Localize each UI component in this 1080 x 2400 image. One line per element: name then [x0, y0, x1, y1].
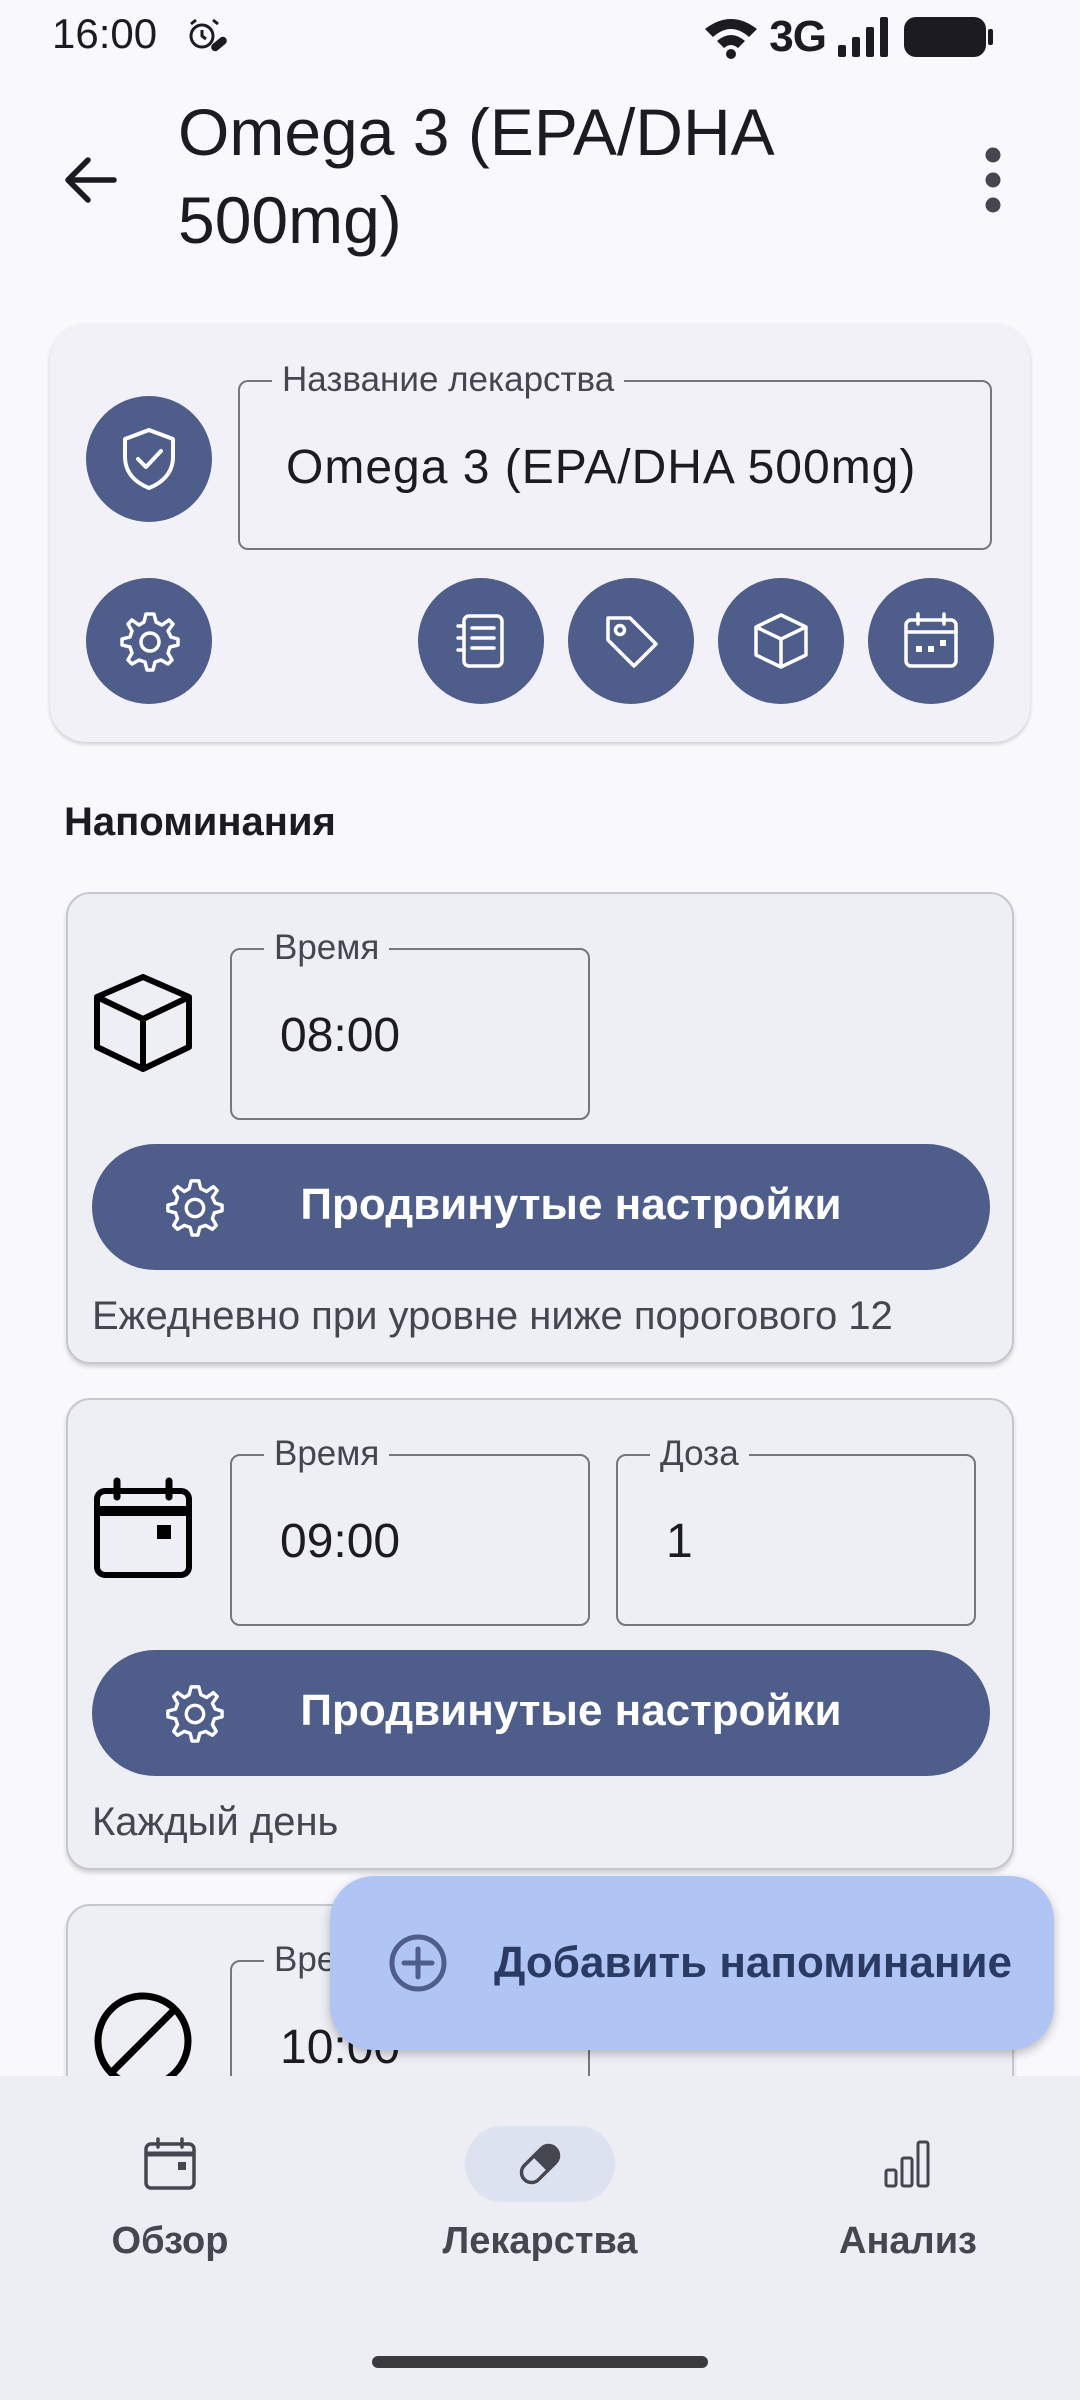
medication-card: Название лекарства Omega 3 (EPA/DHA 500m… [50, 324, 1030, 742]
nav-label-analysis: Анализ [839, 2220, 977, 2262]
pill-icon [519, 2143, 561, 2185]
battery-icon [904, 17, 994, 57]
signal-icon [836, 17, 894, 57]
medication-name-value: Omega 3 (EPA/DHA 500mg) [286, 441, 917, 494]
dose-label: Доза [650, 1434, 749, 1474]
tag-button[interactable] [568, 578, 694, 704]
back-button[interactable] [40, 130, 140, 230]
reminder-dose-field[interactable]: Доза 1 [616, 1434, 976, 1626]
notes-button[interactable] [418, 578, 544, 704]
alarm-icon [186, 16, 230, 56]
time-label: Время [264, 928, 390, 968]
page-title: Omega 3 (EPA/DHA 500mg) [178, 95, 772, 257]
notes-list-icon [456, 614, 504, 668]
advanced-settings-label: Продвинутые настройки [300, 1686, 842, 1735]
more-vert-icon [985, 147, 1001, 213]
time-label: Время [264, 1434, 390, 1474]
reminder-card[interactable]: Время 09:00 Доза 1 Продвинутые настройки… [66, 1398, 1014, 1870]
medication-name-field[interactable]: Название лекарства Omega 3 (EPA/DHA 500m… [238, 360, 992, 550]
medication-name-label: Название лекарства [272, 360, 625, 400]
calendar-icon [144, 2137, 196, 2190]
status-time: 16:00 [52, 10, 158, 57]
nav-item-analysis[interactable]: Анализ [758, 2126, 1058, 2286]
time-value: 08:00 [280, 1009, 401, 1062]
time-value: 09:00 [280, 1515, 401, 1568]
reminder-time-field[interactable]: Время 08:00 [230, 928, 590, 1120]
nav-label-medications: Лекарства [442, 2220, 638, 2262]
gear-icon [120, 612, 180, 672]
shield-button[interactable] [86, 396, 212, 522]
add-reminder-label: Добавить напоминание [494, 1938, 1012, 1987]
tag-icon [606, 616, 658, 668]
advanced-settings-label: Продвинутые настройки [300, 1180, 842, 1229]
reminder-time-field[interactable]: Время 09:00 [230, 1434, 590, 1626]
reminder-description: Ежедневно при уровне ниже порогового 12 [92, 1294, 893, 1338]
advanced-settings-button[interactable]: Продвинутые настройки [92, 1650, 990, 1776]
reminder-card[interactable]: Время 08:00 Продвинутые настройки Ежедне… [66, 892, 1014, 1364]
reminder-description: Каждый день [92, 1800, 339, 1844]
box-icon [754, 613, 808, 669]
add-reminder-button[interactable]: Добавить напоминание [330, 1876, 1054, 2050]
box-button[interactable] [718, 578, 844, 704]
calendar-icon [904, 612, 958, 668]
advanced-settings-button[interactable]: Продвинутые настройки [92, 1144, 990, 1270]
bar-chart-icon [884, 2140, 930, 2188]
arrow-back-icon [65, 157, 117, 203]
box-icon [88, 968, 198, 1078]
more-options-button[interactable] [950, 130, 1036, 230]
network-type: 3G [769, 12, 827, 61]
status-bar: 16:00 3G [0, 0, 1080, 72]
settings-button[interactable] [86, 578, 212, 704]
nav-label-overview: Обзор [111, 2220, 229, 2262]
reminders-heading: Напоминания [64, 800, 336, 844]
bottom-navigation: Обзор Лекарства Анализ [0, 2076, 1080, 2400]
dose-value: 1 [666, 1515, 693, 1568]
nav-item-overview[interactable]: Обзор [20, 2126, 320, 2286]
calendar-icon [88, 1474, 198, 1584]
wifi-icon [703, 15, 759, 59]
home-indicator[interactable] [372, 2356, 708, 2368]
add-circle-icon [388, 1933, 448, 1993]
nav-item-medications[interactable]: Лекарства [390, 2126, 690, 2286]
shield-check-icon [123, 428, 175, 490]
schedule-button[interactable] [868, 578, 994, 704]
